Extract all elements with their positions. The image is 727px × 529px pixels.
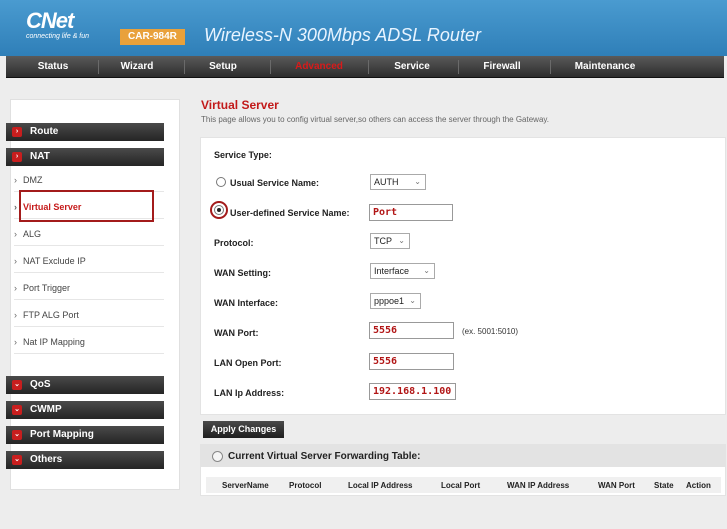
column-local-ip-address: Local IP Address — [348, 481, 413, 490]
nav-divider — [98, 60, 99, 74]
wan-setting-value: Interface — [374, 266, 410, 276]
column-state: State — [654, 481, 674, 490]
nav-advanced[interactable]: Advanced — [274, 56, 364, 78]
lan-ip-address-label: LAN Ip Address: — [214, 388, 285, 398]
user-defined-service-radio[interactable] — [214, 205, 224, 215]
chevron-right-icon: › — [12, 152, 22, 162]
wan-setting-label: WAN Setting: — [214, 268, 271, 278]
wan-setting-select[interactable]: Interface ⌄ — [370, 263, 435, 279]
forwarding-table-title: Current Virtual Server Forwarding Table: — [228, 451, 421, 462]
apply-changes-button[interactable]: Apply Changes — [203, 421, 284, 438]
protocol-label: Protocol: — [214, 238, 254, 248]
column-server-name: ServerName — [222, 481, 269, 490]
header-banner: CNet connecting life & fun CAR-984R Wire… — [0, 0, 727, 56]
nav-divider — [458, 60, 459, 74]
sidebar-item-cwmp[interactable]: ⌄ CWMP — [6, 401, 164, 419]
lan-ip-address-input[interactable]: 192.168.1.100 — [369, 383, 456, 400]
sidebar-sub-label: DMZ — [23, 175, 43, 185]
chevron-down-icon: ⌄ — [12, 405, 22, 415]
wan-port-label: WAN Port: — [214, 328, 259, 338]
nav-setup[interactable]: Setup — [188, 56, 258, 78]
usual-service-select[interactable]: AUTH ⌄ — [370, 174, 426, 190]
arrow-right-icon: › — [14, 202, 17, 212]
protocol-select[interactable]: TCP ⌄ — [370, 233, 410, 249]
logo-text: CNet — [26, 8, 74, 33]
usual-service-label: Usual Service Name: — [230, 178, 320, 188]
chevron-down-icon: ⌄ — [12, 430, 22, 440]
usual-service-radio[interactable] — [216, 177, 226, 187]
service-type-label: Service Type: — [214, 150, 272, 160]
sidebar-item-route[interactable]: › Route — [6, 123, 164, 141]
chevron-down-icon: ⌄ — [12, 455, 22, 465]
sidebar-item-nat[interactable]: › NAT — [6, 148, 164, 166]
product-title: Wireless-N 300Mbps ADSL Router — [204, 25, 481, 45]
chevron-down-icon: ⌄ — [414, 177, 421, 186]
sidebar-sub-label: ALG — [23, 229, 42, 239]
nav-divider — [270, 60, 271, 74]
wan-port-input[interactable]: 5556 — [369, 322, 454, 339]
sidebar-item-label: CWMP — [30, 404, 62, 415]
sidebar-item-others[interactable]: ⌄ Others — [6, 451, 164, 469]
nav-service[interactable]: Service — [372, 56, 452, 78]
logo-tagline: connecting life & fun — [26, 33, 90, 40]
page-title: Virtual Server — [201, 98, 279, 112]
usual-service-value: AUTH — [374, 177, 399, 187]
sidebar-item-qos[interactable]: ⌄ QoS — [6, 376, 164, 394]
user-defined-service-input[interactable]: Port — [369, 204, 453, 221]
chevron-down-icon: ⌄ — [12, 380, 22, 390]
arrow-right-icon: › — [14, 283, 17, 293]
chevron-down-icon: ⌄ — [423, 266, 430, 275]
arrow-right-icon: › — [14, 229, 17, 239]
wan-interface-value: pppoe1 — [374, 296, 405, 306]
collapse-circle-icon[interactable] — [212, 451, 223, 462]
nav-maintenance[interactable]: Maintenance — [554, 56, 656, 78]
column-local-port: Local Port — [441, 481, 481, 490]
chevron-down-icon: ⌄ — [409, 296, 416, 305]
model-badge: CAR-984R — [120, 29, 185, 45]
sidebar-sub-label: FTP ALG Port — [23, 310, 79, 320]
sidebar-sub-nat-ip-mapping[interactable]: › Nat IP Mapping — [14, 330, 164, 354]
sidebar-sub-ftp-alg-port[interactable]: › FTP ALG Port — [14, 303, 164, 327]
arrow-right-icon: › — [14, 175, 17, 185]
brand-logo: CNet connecting life & fun — [26, 8, 90, 41]
user-defined-service-label: User-defined Service Name: — [230, 208, 350, 218]
nav-divider — [184, 60, 185, 74]
arrow-right-icon: › — [14, 310, 17, 320]
wan-port-hint: (ex. 5001:5010) — [462, 327, 519, 336]
sidebar-item-label: Port Mapping — [30, 429, 94, 440]
column-action: Action — [686, 481, 711, 490]
sidebar-item-label: Others — [30, 454, 63, 465]
wan-interface-label: WAN Interface: — [214, 298, 279, 308]
wan-interface-select[interactable]: pppoe1 ⌄ — [370, 293, 421, 309]
sidebar-item-port-mapping[interactable]: ⌄ Port Mapping — [6, 426, 164, 444]
sidebar-sub-alg[interactable]: › ALG — [14, 222, 164, 246]
sidebar-item-label: NAT — [30, 151, 50, 162]
nav-firewall[interactable]: Firewall — [462, 56, 542, 78]
sidebar-sub-dmz[interactable]: › DMZ — [14, 168, 164, 192]
sidebar-item-label: Route — [30, 126, 59, 137]
lan-open-port-label: LAN Open Port: — [214, 358, 282, 368]
nav-divider — [550, 60, 551, 74]
nav-wizard[interactable]: Wizard — [102, 56, 172, 78]
nav-status[interactable]: Status — [18, 56, 88, 78]
chevron-right-icon: › — [12, 127, 22, 137]
sidebar-sub-label: Nat IP Mapping — [23, 337, 85, 347]
page-description: This page allows you to config virtual s… — [201, 115, 550, 124]
sidebar-sub-label: NAT Exclude IP — [23, 256, 86, 266]
column-protocol: Protocol — [289, 481, 322, 490]
sidebar-sub-nat-exclude-ip[interactable]: › NAT Exclude IP — [14, 249, 164, 273]
sidebar-item-label: QoS — [30, 379, 51, 390]
lan-open-port-input[interactable]: 5556 — [369, 353, 454, 370]
sidebar-sub-label: Port Trigger — [23, 283, 71, 293]
highlight-box — [19, 190, 154, 222]
arrow-right-icon: › — [14, 256, 17, 266]
nav-divider — [368, 60, 369, 74]
sidebar-sub-port-trigger[interactable]: › Port Trigger — [14, 276, 164, 300]
chevron-down-icon: ⌄ — [398, 236, 405, 245]
column-wan-port: WAN Port — [598, 481, 635, 490]
protocol-value: TCP — [374, 236, 392, 246]
arrow-right-icon: › — [14, 337, 17, 347]
column-wan-ip-address: WAN IP Address — [507, 481, 570, 490]
main-nav: Status Wizard Setup Advanced Service Fir… — [6, 56, 724, 78]
